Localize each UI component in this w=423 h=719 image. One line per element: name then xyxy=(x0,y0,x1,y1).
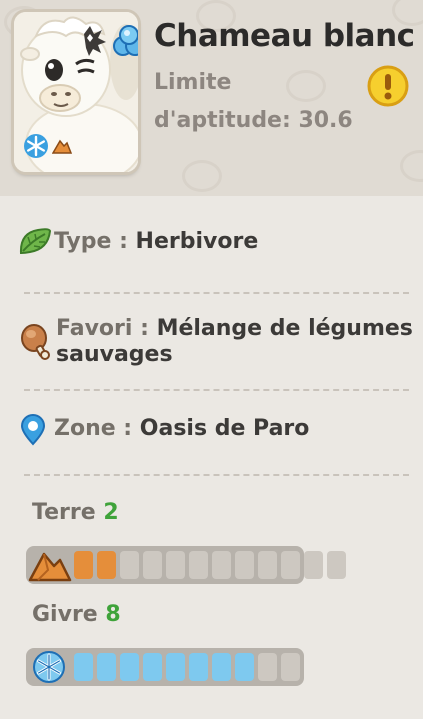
skill-segment-filled xyxy=(74,551,93,579)
earth-icon xyxy=(52,138,72,154)
zone-row: Zone : Oasis de Paro xyxy=(18,414,310,446)
background-swirl xyxy=(400,150,423,182)
skill-segment-empty xyxy=(304,551,323,579)
skill-segment-empty xyxy=(258,653,277,681)
skill-segment-filled xyxy=(143,653,162,681)
earth-icon xyxy=(28,548,72,582)
skill-segment-empty xyxy=(143,551,162,579)
type-row: Type : Herbivore xyxy=(18,228,259,255)
skill-earth-name: Terre 2 xyxy=(32,500,119,525)
skill-segment-empty xyxy=(212,551,231,579)
skill-segment-empty xyxy=(327,551,346,579)
pal-name: Chameau blanc xyxy=(154,18,415,54)
skill-segment-filled xyxy=(74,653,93,681)
skill-segment-empty xyxy=(120,551,139,579)
skill-segment-empty xyxy=(281,653,300,681)
zone-value: Oasis de Paro xyxy=(139,416,310,441)
skill-frost-level: 8 xyxy=(105,602,121,627)
divider xyxy=(24,389,409,391)
skill-earth-label: Terre xyxy=(32,500,96,525)
frost-element-badge xyxy=(112,24,138,58)
type-label: Type : xyxy=(54,229,128,254)
divider xyxy=(24,292,409,294)
favorite-label: Favori : xyxy=(56,316,149,341)
warning-icon[interactable] xyxy=(367,65,409,107)
skill-segment-empty xyxy=(166,551,185,579)
skill-segment-filled xyxy=(97,653,116,681)
skill-segment-filled xyxy=(235,653,254,681)
snowflake-icon xyxy=(28,650,72,684)
skill-segment-filled xyxy=(120,653,139,681)
food-icon xyxy=(18,322,52,367)
skill-segment-filled xyxy=(97,551,116,579)
skill-segment-filled xyxy=(166,653,185,681)
skill-segment-filled xyxy=(189,653,208,681)
pal-header: Chameau blanc Limite d'aptitude: 30.6 xyxy=(0,0,423,196)
skill-segment-empty xyxy=(258,551,277,579)
leaf-icon xyxy=(18,227,52,264)
favorite-row: Favori : Mélange de légumes sauvages xyxy=(18,316,418,368)
skill-frost-name: Givre 8 xyxy=(32,602,121,627)
aptitude-limit: Limite d'aptitude: 30.6 xyxy=(154,70,353,133)
skill-segment-empty xyxy=(189,551,208,579)
skill-segment-filled xyxy=(212,653,231,681)
skill-segment-empty xyxy=(281,551,300,579)
snowflake-icon xyxy=(22,132,50,160)
divider xyxy=(24,474,409,476)
type-value: Herbivore xyxy=(135,229,259,254)
skill-segment-empty xyxy=(235,551,254,579)
skill-earth-level: 2 xyxy=(103,500,119,525)
skill-frost-bar xyxy=(26,648,304,686)
zone-label: Zone : xyxy=(54,416,133,441)
skill-frost-label: Givre xyxy=(32,602,98,627)
skill-earth-bar xyxy=(26,546,346,584)
location-pin-icon xyxy=(18,414,48,453)
background-swirl xyxy=(182,160,222,192)
pal-portrait[interactable] xyxy=(14,12,138,172)
